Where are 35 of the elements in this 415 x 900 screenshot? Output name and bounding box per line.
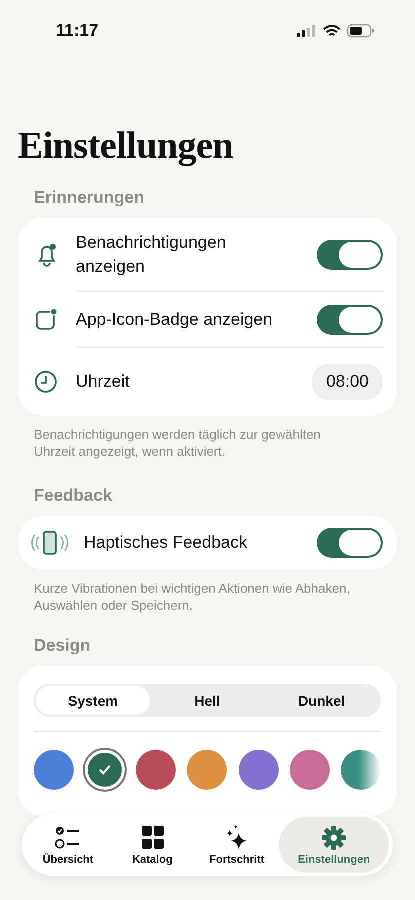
color-swatch[interactable] bbox=[238, 750, 279, 790]
setting-label: Haptisches Feedback bbox=[84, 532, 248, 554]
toggle-switch[interactable] bbox=[317, 240, 383, 270]
section-header: Feedback bbox=[34, 486, 114, 506]
tab-bar-item[interactable]: Einstellungen bbox=[279, 817, 390, 873]
color-swatch[interactable] bbox=[85, 750, 126, 790]
toggle-switch[interactable] bbox=[317, 304, 383, 334]
color-swatch[interactable] bbox=[187, 750, 228, 790]
segment-option[interactable]: Dunkel bbox=[264, 686, 379, 715]
toggle-switch[interactable] bbox=[317, 528, 383, 558]
color-swatch[interactable] bbox=[34, 750, 74, 790]
setting-label: Uhrzeit bbox=[76, 371, 130, 393]
setting-label: App-Icon-Badge anzeigen bbox=[76, 308, 273, 330]
battery-icon bbox=[347, 24, 375, 38]
setting-label: Benachrichtigungen anzeigen bbox=[76, 232, 228, 278]
vibrating-phone-icon bbox=[30, 530, 70, 556]
signal-icon bbox=[297, 25, 317, 37]
checkmark-icon bbox=[98, 763, 112, 777]
page-title: Einstellungen bbox=[18, 124, 234, 168]
section-header: Erinnerungen bbox=[34, 188, 146, 208]
tab-bar-item[interactable]: Fortschritt bbox=[194, 817, 280, 873]
status-time: 11:17 bbox=[56, 21, 99, 41]
wifi-icon bbox=[323, 24, 341, 38]
segment-option[interactable]: System bbox=[36, 686, 150, 715]
time-picker-button[interactable]: 08:00 bbox=[312, 364, 383, 400]
section-header: Design bbox=[34, 636, 92, 656]
color-swatch[interactable] bbox=[340, 750, 381, 790]
color-swatch[interactable] bbox=[136, 750, 176, 790]
settings-icon bbox=[320, 824, 348, 850]
section-footer: Benachrichtigungen werden täglich zur gewählten Uhrzeit angezeigt, wenn aktiviert. bbox=[34, 426, 353, 460]
color-swatch[interactable] bbox=[290, 750, 330, 790]
section-footer: Kurze Vibrationen bei wichtigen Aktionen wie Abhaken, Auswählen oder Speichern. bbox=[34, 580, 353, 614]
tab-bar-item[interactable]: Übersicht bbox=[26, 817, 110, 873]
tab-bar-item[interactable]: Katalog bbox=[110, 817, 195, 873]
segment-option[interactable]: Hell bbox=[150, 686, 265, 715]
